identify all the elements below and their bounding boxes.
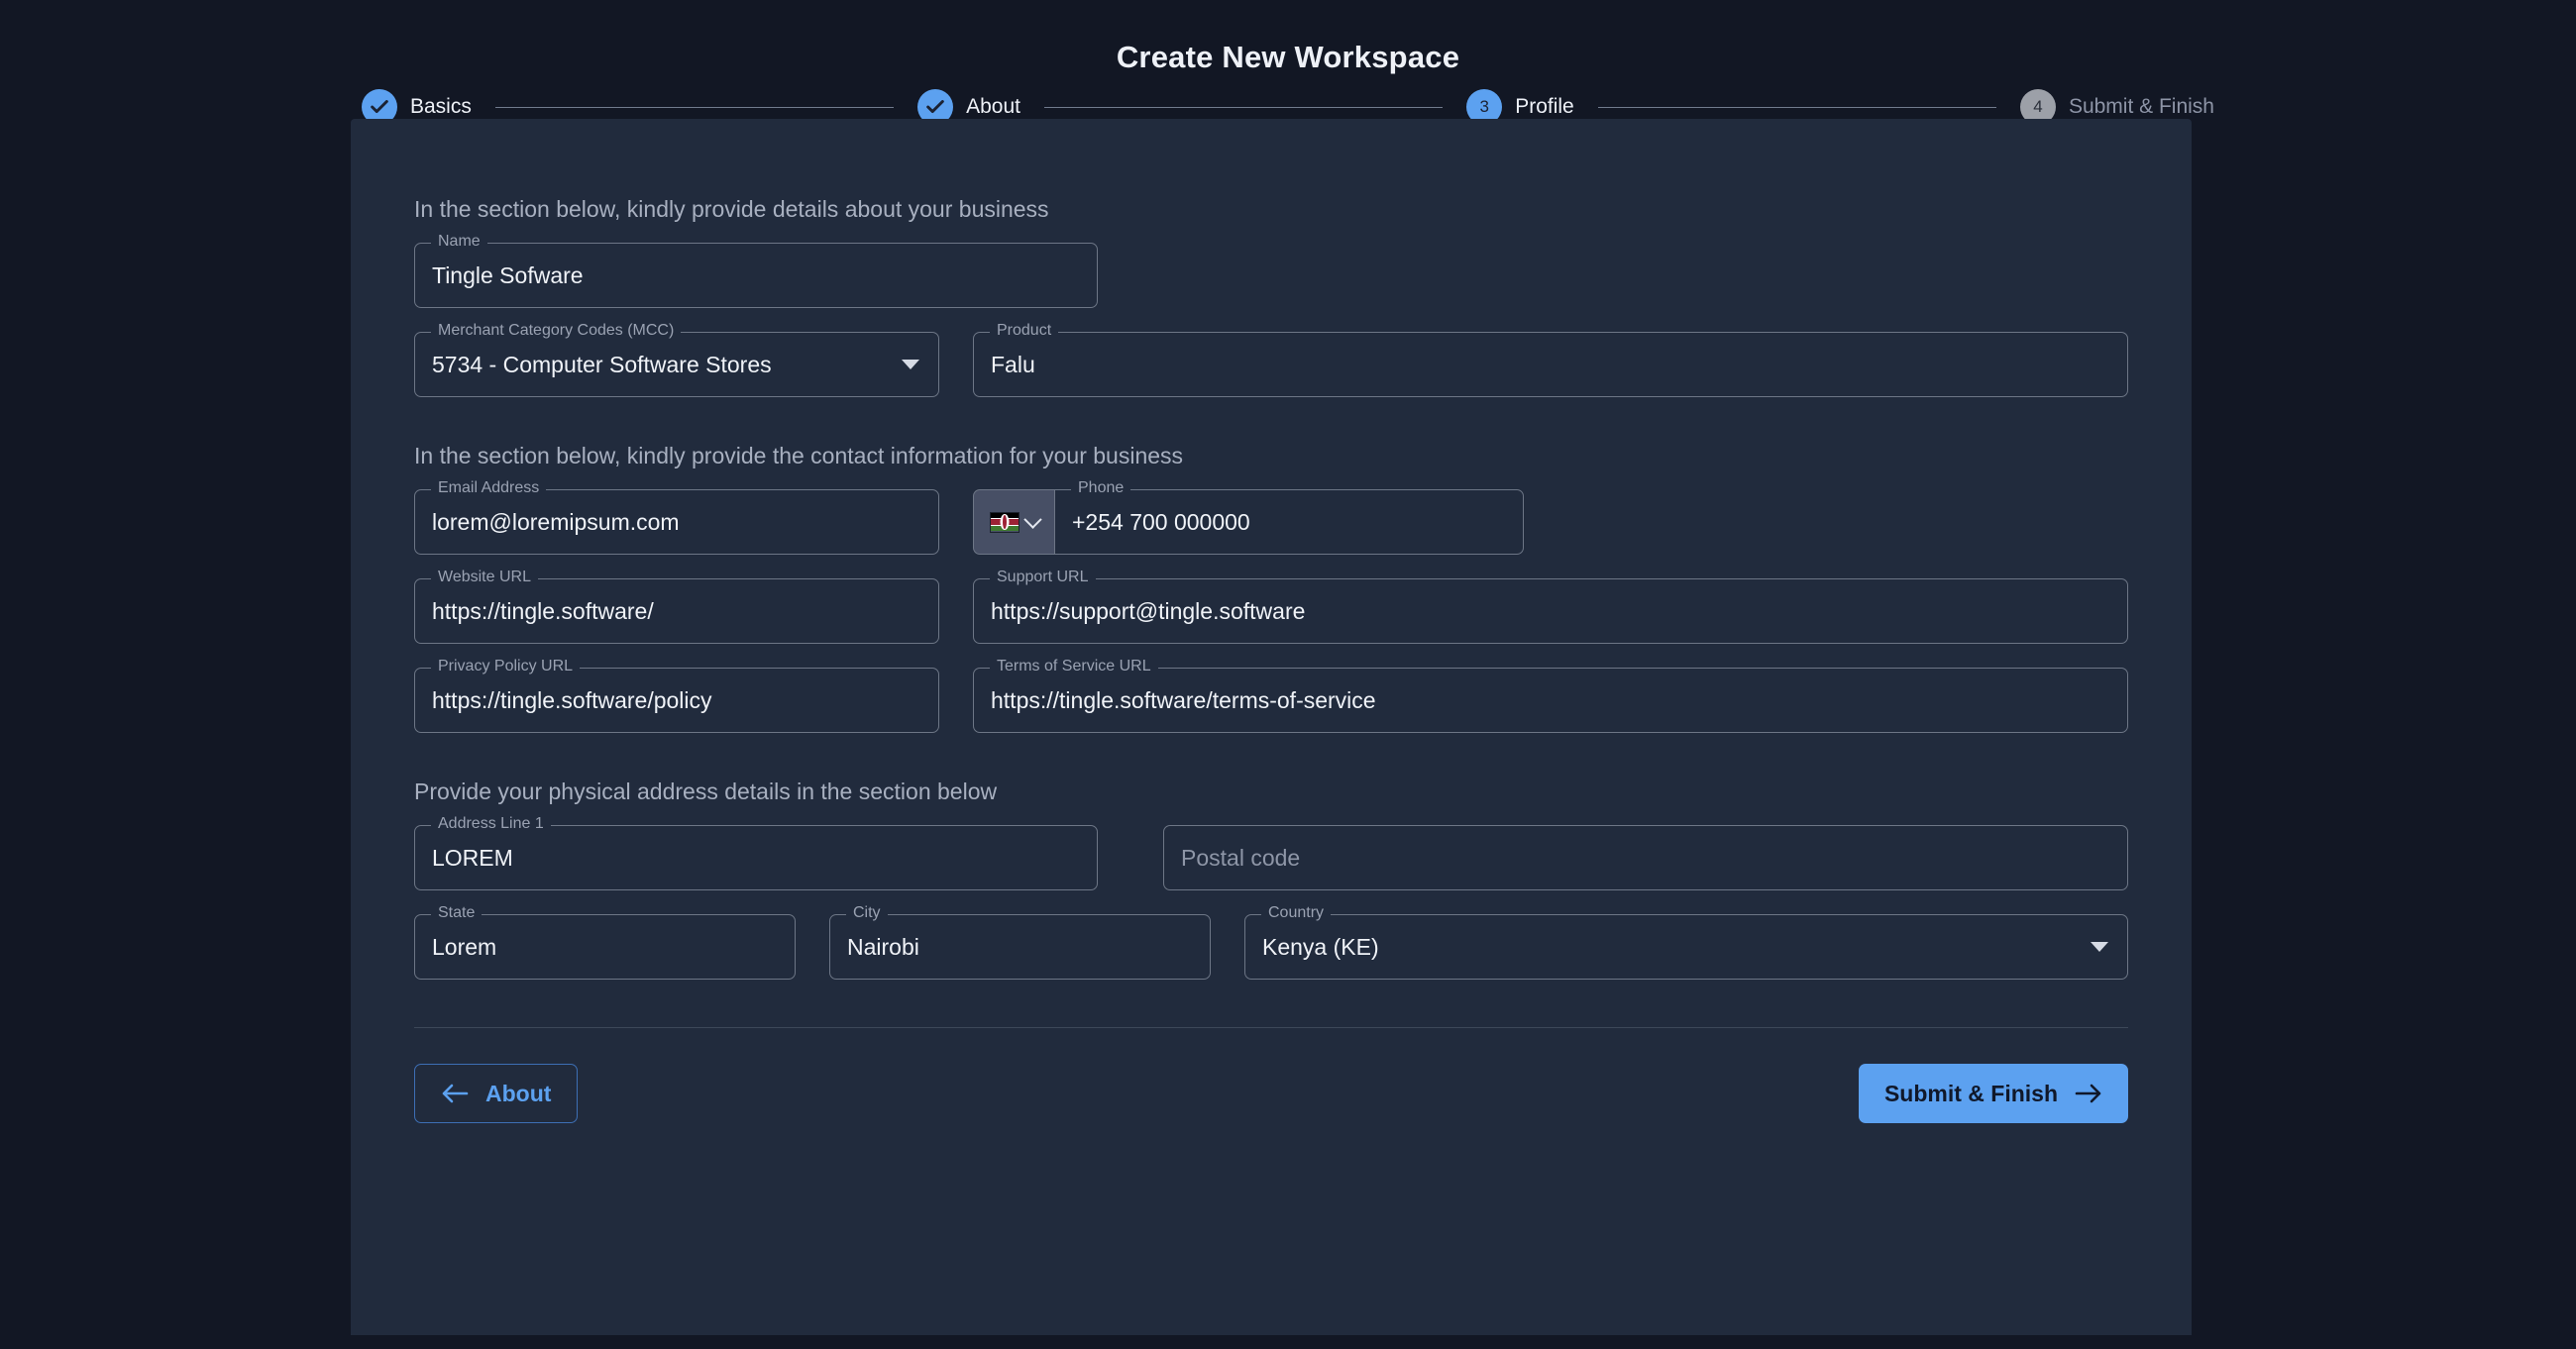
email-field-label: Email Address xyxy=(431,478,547,498)
name-field[interactable]: Name Tingle Sofware xyxy=(414,232,1098,308)
submit-finish-button-label: Submit & Finish xyxy=(1883,1080,2058,1106)
chevron-down-icon-country[interactable] xyxy=(2091,942,2108,952)
stepper-connector-3 xyxy=(1597,106,1996,108)
phone-country-select[interactable] xyxy=(973,489,1054,555)
phone-group: Phone +254 700 000000 xyxy=(973,478,1524,555)
stepper-connector-2 xyxy=(1043,106,1444,108)
postal-code-placeholder: Postal code xyxy=(1181,844,1301,871)
stepper-label-profile: Profile xyxy=(1515,95,1574,118)
email-field[interactable]: Email Address lorem@loremipsum.com xyxy=(414,478,939,555)
kenya-flag-icon xyxy=(989,511,1020,533)
support-url-value: https://support@tingle.software xyxy=(991,597,1306,624)
address-state-city-country-row: State Lorem City Nairobi Country Kenya (… xyxy=(414,903,2128,980)
address-line1-wrap: Address Line 1 LOREM xyxy=(414,814,1098,890)
address-line1-label: Address Line 1 xyxy=(431,814,551,834)
postal-code-wrap: Postal code xyxy=(1163,825,2128,890)
state-field[interactable]: State Lorem xyxy=(414,903,796,980)
stepper-label-about: About xyxy=(966,95,1020,118)
phone-field-value: +254 700 000000 xyxy=(1072,508,1250,535)
state-field-wrap: State Lorem xyxy=(414,903,796,980)
support-url-label: Support URL xyxy=(990,568,1096,587)
city-field-value: Nairobi xyxy=(847,933,919,960)
country-select-value: Kenya (KE) xyxy=(1262,933,1379,960)
contact-section-heading: In the section below, kindly provide the… xyxy=(414,443,1184,468)
country-select[interactable]: Country Kenya (KE) xyxy=(1244,903,2128,980)
wizard-footer: About Submit & Finish xyxy=(414,1064,2128,1123)
mcc-select-value: 5734 - Computer Software Stores xyxy=(432,351,772,377)
email-field-wrap: Email Address lorem@loremipsum.com xyxy=(414,478,939,555)
form-content: In the section below, kindly provide det… xyxy=(414,196,2128,1123)
terms-of-service-url-value: https://tingle.software/terms-of-service xyxy=(991,686,1376,713)
chevron-down-icon-phone-country xyxy=(1022,509,1042,529)
address-line1-value: LOREM xyxy=(432,844,513,871)
submit-finish-button[interactable]: Submit & Finish xyxy=(1858,1064,2128,1123)
mcc-select-label: Merchant Category Codes (MCC) xyxy=(431,321,682,341)
website-url-field[interactable]: Website URL https://tingle.software/ xyxy=(414,568,939,644)
arrow-left-icon xyxy=(442,1084,469,1103)
business-name-row: Name Tingle Sofware xyxy=(414,232,2128,308)
city-field-wrap: City Nairobi xyxy=(829,903,1211,980)
website-url-label: Website URL xyxy=(431,568,538,587)
back-button[interactable]: About xyxy=(414,1064,579,1123)
page-title: Create New Workspace xyxy=(1116,40,1460,74)
footer-divider xyxy=(414,1027,2128,1028)
phone-field-label: Phone xyxy=(1071,478,1131,498)
privacy-policy-url-value: https://tingle.software/policy xyxy=(432,686,712,713)
address-section-heading: Provide your physical address details in… xyxy=(414,778,998,804)
contact-website-support-row: Website URL https://tingle.software/ Sup… xyxy=(414,568,2128,644)
name-field-value: Tingle Sofware xyxy=(432,261,584,288)
privacy-policy-url-label: Privacy Policy URL xyxy=(431,657,581,676)
terms-of-service-url-label: Terms of Service URL xyxy=(990,657,1158,676)
website-field-wrap: Website URL https://tingle.software/ xyxy=(414,568,939,644)
arrow-right-icon xyxy=(2075,1084,2101,1103)
contact-email-phone-row: Email Address lorem@loremipsum.com Phone… xyxy=(414,478,2128,555)
contact-privacy-terms-row: Privacy Policy URL https://tingle.softwa… xyxy=(414,657,2128,733)
product-field-value: Falu xyxy=(991,351,1035,377)
address-line1-field[interactable]: Address Line 1 LOREM xyxy=(414,814,1098,890)
terms-field-wrap: Terms of Service URL https://tingle.soft… xyxy=(973,657,2128,733)
product-field-label: Product xyxy=(990,321,1059,341)
country-field-wrap: Country Kenya (KE) xyxy=(1244,903,2128,980)
stepper-connector-1 xyxy=(494,106,895,108)
back-button-label: About xyxy=(485,1080,552,1106)
address-line-postal-row: Address Line 1 LOREM Postal code xyxy=(414,814,2128,890)
product-field-wrap: Product Falu xyxy=(973,321,2128,397)
phone-field[interactable]: Phone +254 700 000000 xyxy=(1054,478,1524,555)
support-url-field[interactable]: Support URL https://support@tingle.softw… xyxy=(973,568,2128,644)
privacy-field-wrap: Privacy Policy URL https://tingle.softwa… xyxy=(414,657,939,733)
city-field[interactable]: City Nairobi xyxy=(829,903,1211,980)
email-field-value: lorem@loremipsum.com xyxy=(432,508,680,535)
mcc-field-wrap: Merchant Category Codes (MCC) 5734 - Com… xyxy=(414,321,939,397)
create-workspace-page: Create New Workspace Basics About 3 Prof… xyxy=(0,0,2576,1349)
wizard-card: In the section below, kindly provide det… xyxy=(351,119,2192,1335)
stepper-label-basics: Basics xyxy=(410,95,472,118)
country-select-label: Country xyxy=(1261,903,1332,923)
business-mcc-product-row: Merchant Category Codes (MCC) 5734 - Com… xyxy=(414,321,2128,397)
stepper-label-submit: Submit & Finish xyxy=(2068,95,2214,118)
mcc-select[interactable]: Merchant Category Codes (MCC) 5734 - Com… xyxy=(414,321,939,397)
chevron-down-icon-mcc[interactable] xyxy=(902,360,919,369)
postal-code-field[interactable]: Postal code xyxy=(1163,825,2128,890)
state-field-label: State xyxy=(431,903,483,923)
name-field-wrap: Name Tingle Sofware xyxy=(414,232,1098,308)
name-field-label: Name xyxy=(431,232,487,252)
state-field-value: Lorem xyxy=(432,933,497,960)
product-field[interactable]: Product Falu xyxy=(973,321,2128,397)
website-url-value: https://tingle.software/ xyxy=(432,597,654,624)
support-field-wrap: Support URL https://support@tingle.softw… xyxy=(973,568,2128,644)
business-section-heading: In the section below, kindly provide det… xyxy=(414,196,1049,222)
city-field-label: City xyxy=(846,903,888,923)
privacy-policy-url-field[interactable]: Privacy Policy URL https://tingle.softwa… xyxy=(414,657,939,733)
phone-field-wrap: Phone +254 700 000000 xyxy=(973,478,1524,555)
terms-of-service-url-field[interactable]: Terms of Service URL https://tingle.soft… xyxy=(973,657,2128,733)
